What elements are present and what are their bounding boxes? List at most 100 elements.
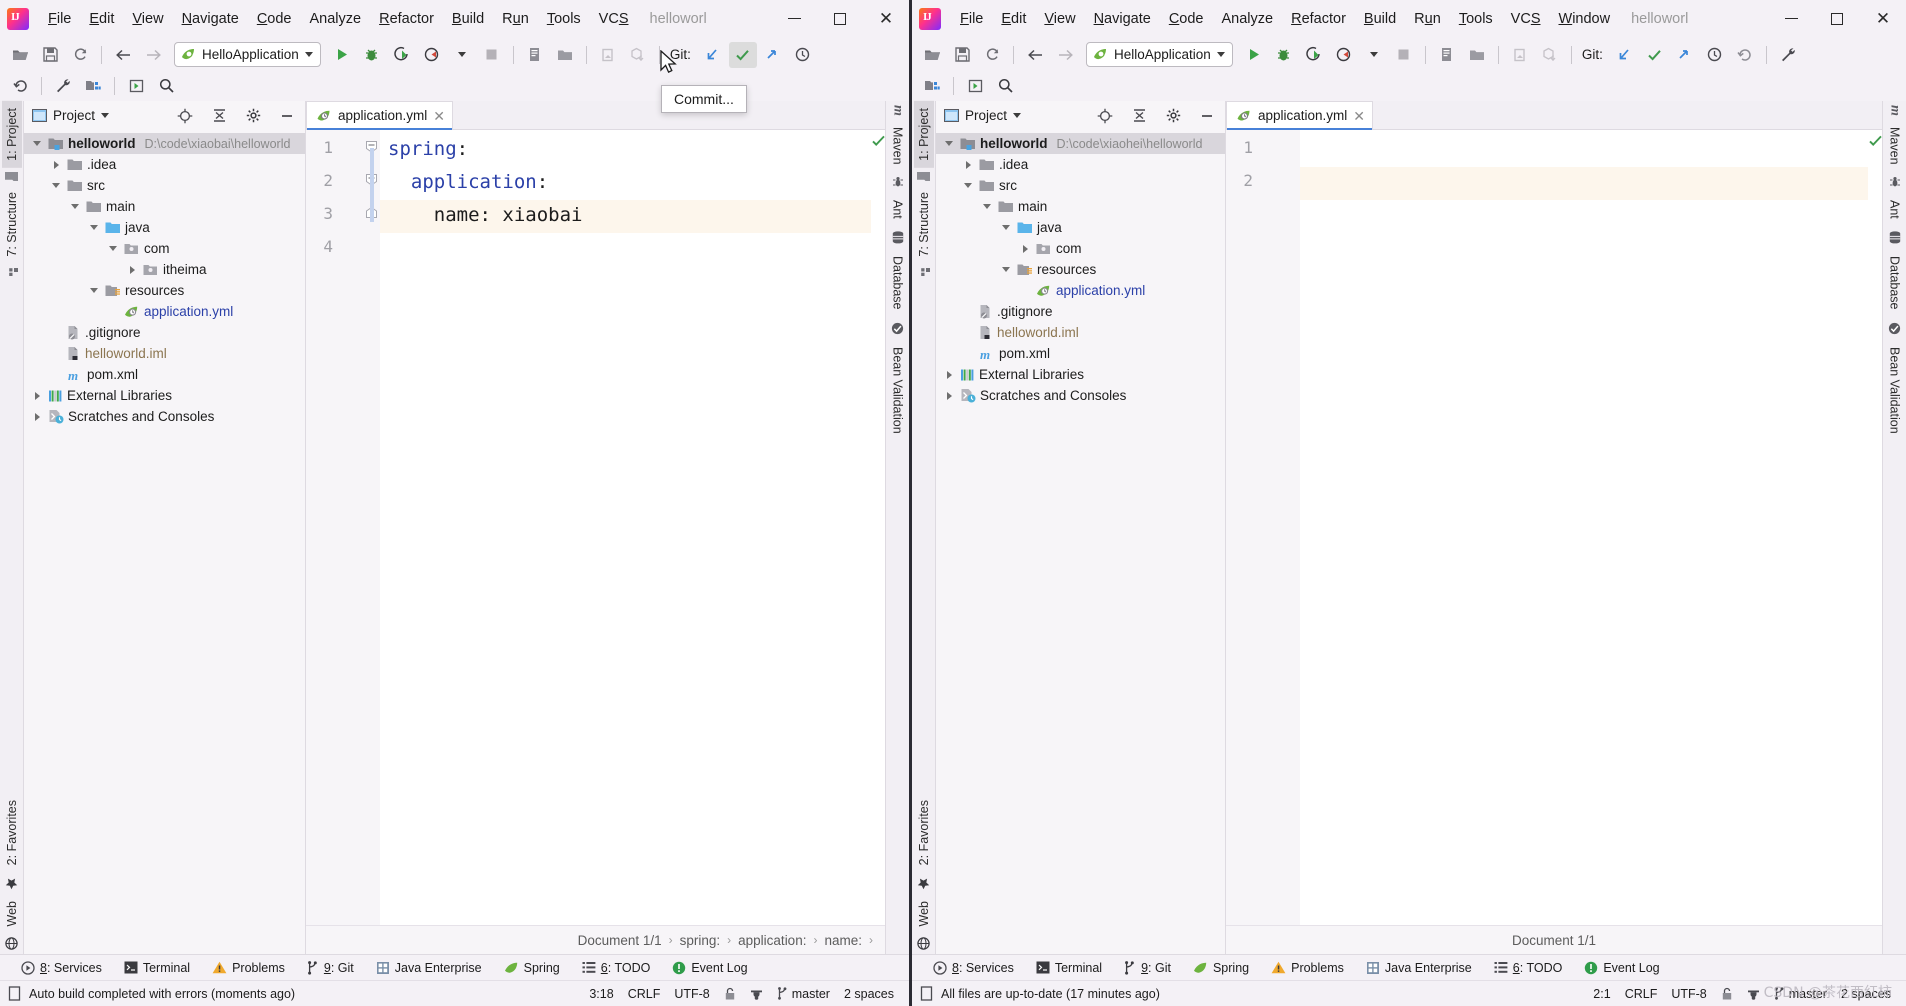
lock-icon-right[interactable] (1714, 987, 1740, 1001)
run-configuration-selector-right[interactable]: HelloApplication (1086, 42, 1233, 67)
tree-toggle-closed-icon[interactable] (943, 389, 956, 402)
stop-button[interactable] (478, 42, 506, 68)
caret-position-left[interactable]: 3:18 (582, 987, 620, 1001)
git-commit-icon[interactable] (728, 41, 757, 68)
breadcrumb-item[interactable]: Document 1/1 (578, 933, 662, 948)
debug-button-right[interactable] (1270, 42, 1298, 68)
menu-tools[interactable]: Tools (538, 8, 590, 30)
caret-position-right[interactable]: 2:1 (1586, 987, 1617, 1001)
project-tree-left[interactable]: helloworld D:\code\xiaobai\helloworld .ide… (24, 130, 305, 427)
editor-gutter-right[interactable]: 12 (1226, 130, 1300, 925)
navigate-forward-icon[interactable] (139, 42, 167, 68)
close-button-right[interactable]: ✕ (1860, 0, 1906, 37)
tree-toggle-open-icon[interactable] (1000, 263, 1013, 276)
navigate-back-icon[interactable] (109, 42, 137, 68)
git-commit-icon-right[interactable] (1641, 42, 1669, 68)
run-button-right[interactable] (1240, 42, 1268, 68)
project-settings-gear-icon[interactable] (239, 103, 267, 129)
tree-toggle-open-icon[interactable] (981, 200, 994, 213)
tree-node-java[interactable]: java (24, 217, 305, 238)
menu-run[interactable]: Run (493, 8, 538, 30)
menu-code[interactable]: Code (248, 8, 301, 30)
close-icon[interactable]: ✕ (433, 109, 445, 123)
navigate-forward-icon-right[interactable] (1051, 42, 1079, 68)
stripe-tab-database[interactable]: Database (888, 249, 908, 317)
run-anything-icon-right[interactable] (961, 73, 989, 99)
profile-icon[interactable] (418, 42, 446, 68)
tool-window-button-6-todo[interactable]: 6: TODO (1483, 961, 1574, 975)
tree-node-src[interactable]: src (936, 175, 1225, 196)
settings-wrench-icon-right[interactable] (1774, 42, 1802, 68)
stripe-tab-favorites-right[interactable]: 2: Favorites (914, 793, 934, 872)
menu-refactor[interactable]: Refactor (370, 8, 443, 30)
tool-window-button-event-log[interactable]: Event Log (1573, 961, 1670, 975)
tree-node-application-yml[interactable]: application.yml (24, 301, 305, 322)
stripe-tab-project-right[interactable]: 1: Project (913, 101, 934, 168)
code-editor-left[interactable]: 1 2 3 4 spring: application: name: xiaobai (306, 130, 885, 925)
tree-node-scratches-and-consoles[interactable]: Scratches and Consoles (936, 385, 1225, 406)
tree-node-main[interactable]: main (936, 196, 1225, 217)
tree-node-external-libraries[interactable]: External Libraries (24, 385, 305, 406)
git-update-icon-right[interactable] (1611, 42, 1639, 68)
menu-window-right[interactable]: Window (1550, 8, 1620, 30)
tree-node-external-libraries[interactable]: External Libraries (936, 364, 1225, 385)
project-structure-settings-icon[interactable] (79, 73, 107, 99)
breadcrumb-item[interactable]: application: (738, 933, 806, 948)
menu-navigate[interactable]: Navigate (173, 8, 248, 30)
stripe-tab-structure[interactable]: 7: Structure (2, 185, 22, 264)
menu-view[interactable]: View (123, 8, 172, 30)
menu-tools-right[interactable]: Tools (1450, 8, 1502, 30)
stripe-tab-ant-right[interactable]: Ant (1885, 193, 1905, 226)
inspection-profile-icon[interactable] (743, 987, 770, 1001)
open-project-icon[interactable] (6, 42, 34, 68)
minimize-button-right[interactable] (1768, 0, 1814, 37)
line-separator-right[interactable]: CRLF (1618, 987, 1665, 1001)
git-push-icon[interactable] (759, 42, 787, 68)
indent-setting-left[interactable]: 2 spaces (837, 987, 901, 1001)
menu-vcs-right[interactable]: VCS (1502, 8, 1550, 30)
tree-toggle-open-icon[interactable] (1000, 221, 1013, 234)
tree-toggle-open-icon[interactable] (31, 137, 44, 150)
package-download-icon-right[interactable] (1536, 42, 1564, 68)
profile-dropdown-icon[interactable] (448, 42, 476, 68)
sync-refresh-icon-right[interactable] (978, 42, 1006, 68)
fold-region-bar[interactable] (370, 148, 374, 222)
tree-toggle-closed-icon[interactable] (126, 263, 139, 276)
tree-node--gitignore[interactable]: .gitignore (936, 301, 1225, 322)
tree-node-pom-xml[interactable]: m pom.xml (24, 364, 305, 385)
search-icon-right[interactable] (991, 73, 1019, 99)
tree-node-main[interactable]: main (24, 196, 305, 217)
git-update-icon[interactable] (699, 42, 727, 68)
tool-window-button-terminal[interactable]: Terminal (1025, 961, 1113, 975)
stripe-tab-bean-validation[interactable]: Bean Validation (888, 340, 908, 441)
tree-toggle-open-icon[interactable] (943, 137, 956, 150)
menu-analyze[interactable]: Analyze (301, 8, 371, 30)
menu-run-right[interactable]: Run (1405, 8, 1450, 30)
tree-toggle-open-icon[interactable] (107, 242, 120, 255)
save-all-icon-right[interactable] (948, 42, 976, 68)
menu-navigate-right[interactable]: Navigate (1085, 8, 1160, 30)
code-text-area-left[interactable]: spring: application: name: xiaobai (380, 130, 871, 925)
encoding-right[interactable]: UTF-8 (1664, 987, 1713, 1001)
menu-edit[interactable]: Edit (80, 8, 123, 30)
menu-file-right[interactable]: File (951, 8, 992, 30)
close-icon-right[interactable]: ✕ (1353, 109, 1365, 123)
stripe-tab-web-right[interactable]: Web (914, 894, 934, 933)
editor-tab-application-yml[interactable]: application.yml ✕ (306, 101, 454, 130)
project-structure-icon[interactable] (551, 42, 579, 68)
tree-node-scratches-and-consoles[interactable]: Scratches and Consoles (24, 406, 305, 427)
maximize-button[interactable] (817, 0, 863, 37)
tool-window-button-event-log[interactable]: Event Log (661, 961, 758, 975)
editor-error-stripe-left[interactable] (871, 130, 885, 925)
code-editor-right[interactable]: 12 (1226, 130, 1882, 925)
stripe-tab-bean-validation-right[interactable]: Bean Validation (1885, 340, 1905, 441)
editor-gutter-left[interactable]: 1 2 3 4 (306, 130, 380, 925)
open-project-icon-right[interactable] (918, 42, 946, 68)
tree-node-java[interactable]: java (936, 217, 1225, 238)
tool-window-button-terminal[interactable]: Terminal (113, 961, 201, 975)
tool-window-button-6-todo[interactable]: 6: TODO (571, 961, 662, 975)
stripe-tab-web[interactable]: Web (2, 894, 22, 933)
collapse-all-icon-right[interactable] (1125, 103, 1153, 129)
tree-node-resources[interactable]: resources (936, 259, 1225, 280)
menu-vcs[interactable]: VCS (590, 8, 638, 30)
